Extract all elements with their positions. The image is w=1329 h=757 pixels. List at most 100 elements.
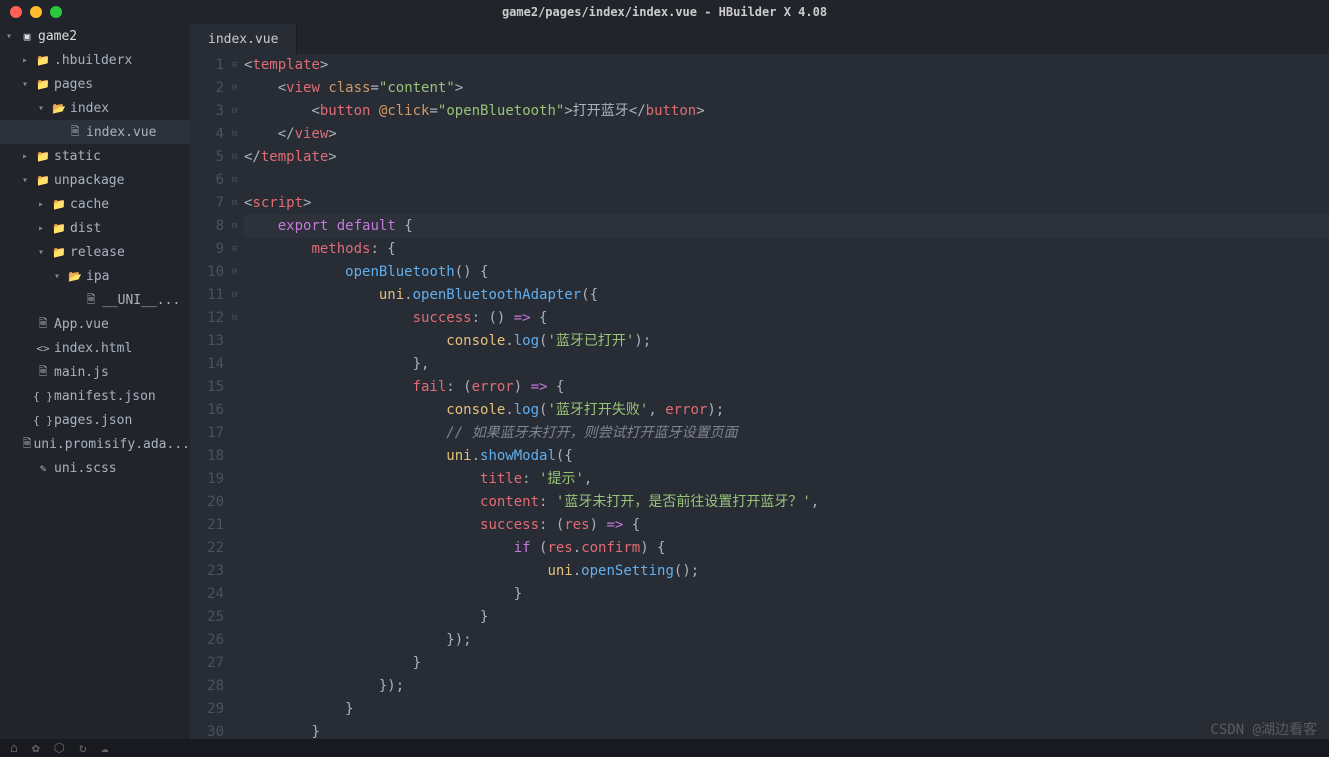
tree-label: uni.promisify.ada... — [33, 437, 190, 452]
code-line[interactable]: } — [244, 652, 1329, 675]
line-number: 5 — [190, 146, 224, 169]
editor-area: index.vue 123456789101112131415161718192… — [190, 24, 1329, 739]
tree-label: game2 — [38, 29, 77, 44]
code-line[interactable] — [244, 169, 1329, 192]
line-number: 28 — [190, 675, 224, 698]
code-line[interactable]: console.log('蓝牙打开失败', error); — [244, 399, 1329, 422]
json-icon: { } — [34, 414, 52, 427]
code-line[interactable]: if (res.confirm) { — [244, 537, 1329, 560]
chevron-right-icon: ▸ — [38, 223, 50, 234]
code-line[interactable]: openBluetooth() { — [244, 261, 1329, 284]
minimize-icon[interactable] — [30, 6, 42, 18]
tree-item[interactable]: ▾📁release — [0, 240, 190, 264]
tree-label: pages.json — [54, 413, 132, 428]
code-line[interactable]: title: '提示', — [244, 468, 1329, 491]
status-icon[interactable]: ☁ — [101, 741, 109, 756]
line-number: 13 — [190, 330, 224, 353]
code-line[interactable]: }); — [244, 675, 1329, 698]
tree-label: dist — [70, 221, 101, 236]
fold-icon[interactable]: ⊟ — [232, 146, 244, 169]
titlebar: game2/pages/index/index.vue - HBuilder X… — [0, 0, 1329, 24]
tree-item[interactable]: ✎uni.scss — [0, 456, 190, 480]
line-number: 22 — [190, 537, 224, 560]
fold-icon[interactable]: ⊟ — [232, 169, 244, 192]
line-number: 21 — [190, 514, 224, 537]
code-line[interactable]: export default { — [244, 215, 1329, 238]
code-line[interactable]: console.log('蓝牙已打开'); — [244, 330, 1329, 353]
close-icon[interactable] — [10, 6, 22, 18]
tree-item[interactable]: ▾📂index — [0, 96, 190, 120]
code-line[interactable]: // 如果蓝牙未打开，则尝试打开蓝牙设置页面 — [244, 422, 1329, 445]
tree-label: static — [54, 149, 101, 164]
status-icon[interactable]: ✿ — [32, 741, 40, 756]
code-line[interactable]: methods: { — [244, 238, 1329, 261]
tree-item[interactable]: 🗎uni.promisify.ada... — [0, 432, 190, 456]
code-editor[interactable]: 1234567891011121314151617181920212223242… — [190, 54, 1329, 739]
code-line[interactable]: <template> — [244, 54, 1329, 77]
tab-index-vue[interactable]: index.vue — [190, 24, 297, 54]
tree-item[interactable]: ▸📁dist — [0, 216, 190, 240]
code-line[interactable]: success: (res) => { — [244, 514, 1329, 537]
code-line[interactable]: }); — [244, 629, 1329, 652]
tree-item[interactable]: ▸📁.hbuilderx — [0, 48, 190, 72]
code-line[interactable]: }, — [244, 353, 1329, 376]
tree-item[interactable]: 🗎index.vue — [0, 120, 190, 144]
fold-icon[interactable]: ⊟ — [232, 192, 244, 215]
tree-item[interactable]: <>index.html — [0, 336, 190, 360]
fold-icon[interactable]: ⊟ — [232, 307, 244, 330]
code-line[interactable]: uni.showModal({ — [244, 445, 1329, 468]
code-line[interactable]: } — [244, 698, 1329, 721]
tree-label: __UNI__... — [102, 293, 180, 308]
line-number: 19 — [190, 468, 224, 491]
line-number: 2 — [190, 77, 224, 100]
folder-icon: 📁 — [34, 54, 52, 67]
fold-icon[interactable]: ⊟ — [232, 100, 244, 123]
code-line[interactable]: <script> — [244, 192, 1329, 215]
code-line[interactable]: </view> — [244, 123, 1329, 146]
maximize-icon[interactable] — [50, 6, 62, 18]
status-icon[interactable]: ↻ — [79, 741, 87, 756]
code-content[interactable]: <template> <view class="content"> <butto… — [244, 54, 1329, 739]
status-icon[interactable]: ⬡ — [54, 741, 65, 756]
tree-item[interactable]: ▸📁static — [0, 144, 190, 168]
code-line[interactable]: } — [244, 583, 1329, 606]
tree-item[interactable]: ▾📁unpackage — [0, 168, 190, 192]
code-line[interactable]: uni.openBluetoothAdapter({ — [244, 284, 1329, 307]
fold-icon[interactable]: ⊟ — [232, 123, 244, 146]
tree-item[interactable]: ▾📁pages — [0, 72, 190, 96]
fold-icon[interactable]: ⊟ — [232, 284, 244, 307]
tree-item[interactable]: { }pages.json — [0, 408, 190, 432]
fold-icon[interactable]: ⊟ — [232, 215, 244, 238]
code-line[interactable]: } — [244, 721, 1329, 739]
code-line[interactable]: <view class="content"> — [244, 77, 1329, 100]
fold-icon[interactable]: ⊟ — [232, 238, 244, 261]
code-line[interactable]: success: () => { — [244, 307, 1329, 330]
folder-icon: 📁 — [50, 246, 68, 259]
line-number: 11 — [190, 284, 224, 307]
tab-bar: index.vue — [190, 24, 1329, 54]
chevron-down-icon: ▾ — [6, 31, 18, 42]
line-number: 10 — [190, 261, 224, 284]
fold-icon[interactable]: ⊟ — [232, 77, 244, 100]
folder-icon: 📁 — [50, 222, 68, 235]
tree-item[interactable]: ▾📂ipa — [0, 264, 190, 288]
fold-icon[interactable]: ⊟ — [232, 261, 244, 284]
file-icon: 🗎 — [23, 435, 32, 454]
tree-item[interactable]: 🗎App.vue — [0, 312, 190, 336]
status-bar: ⌂ ✿ ⬡ ↻ ☁ — [0, 739, 1329, 757]
tree-item[interactable]: 🗎__UNI__... — [0, 288, 190, 312]
code-line[interactable]: uni.openSetting(); — [244, 560, 1329, 583]
code-line[interactable]: <button @click="openBluetooth">打开蓝牙</but… — [244, 100, 1329, 123]
tree-item[interactable]: ▸📁cache — [0, 192, 190, 216]
code-line[interactable]: } — [244, 606, 1329, 629]
tree-item[interactable]: 🗎main.js — [0, 360, 190, 384]
code-line[interactable]: </template> — [244, 146, 1329, 169]
status-icon[interactable]: ⌂ — [10, 741, 18, 756]
tree-label: ipa — [86, 269, 109, 284]
line-number: 25 — [190, 606, 224, 629]
code-line[interactable]: content: '蓝牙未打开，是否前往设置打开蓝牙？', — [244, 491, 1329, 514]
project-root[interactable]: ▾ ▣ game2 — [0, 24, 190, 48]
fold-icon[interactable]: ⊟ — [232, 54, 244, 77]
code-line[interactable]: fail: (error) => { — [244, 376, 1329, 399]
tree-item[interactable]: { }manifest.json — [0, 384, 190, 408]
